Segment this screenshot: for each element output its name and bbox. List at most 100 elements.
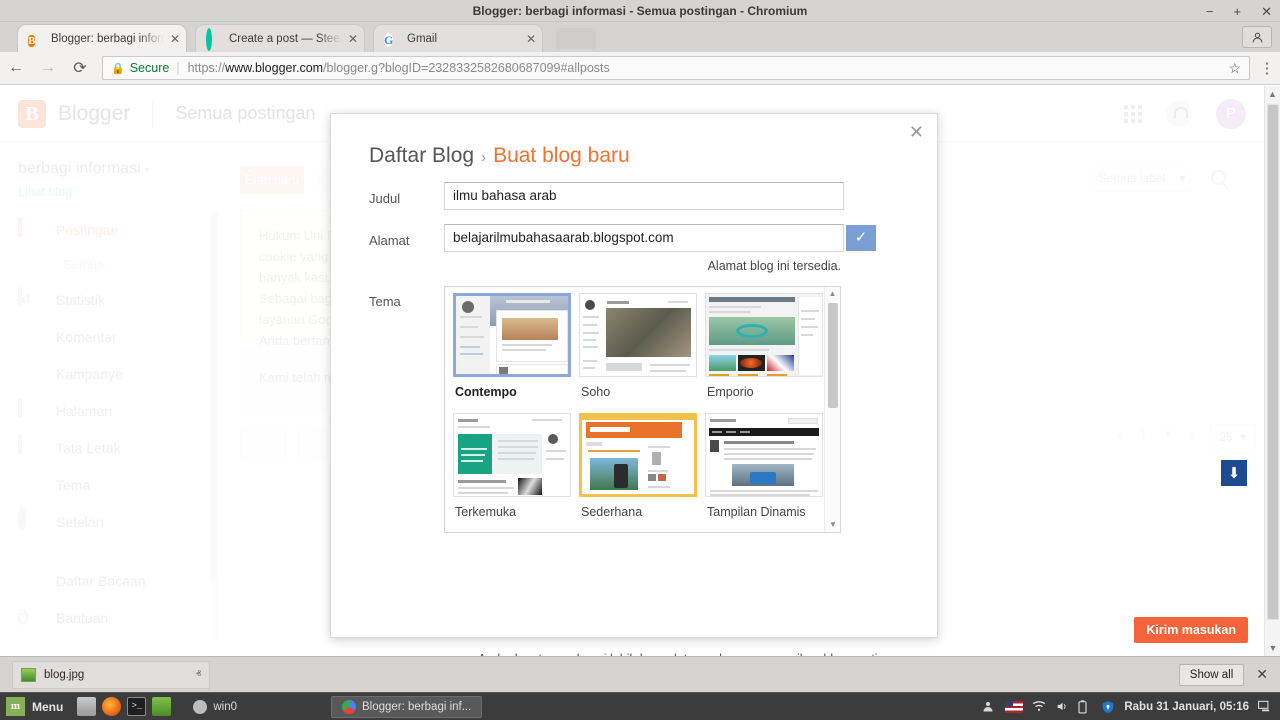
keyboard-flag-icon[interactable] (1005, 700, 1024, 713)
chevron-right-icon: › (481, 149, 487, 166)
bookmark-star-icon[interactable]: ☆ (1228, 60, 1241, 77)
wifi-icon[interactable] (1032, 700, 1046, 714)
theme-option-contempo[interactable]: Contempo (453, 293, 571, 413)
download-shelf: blog.jpg ⱏ Show all ✕ (0, 656, 1280, 692)
theme-name: Tampilan Dinamis (707, 505, 806, 519)
scroll-down-icon[interactable]: ▼ (1265, 640, 1280, 656)
scrollbar-thumb[interactable] (828, 303, 838, 408)
chrome-menu-icon[interactable]: ⋮ (1254, 59, 1280, 77)
terminal-icon[interactable]: >_ (127, 697, 147, 716)
steemit-icon (206, 27, 222, 51)
show-desktop-icon[interactable] (1258, 700, 1272, 714)
window-controls: − + ✕ (1206, 0, 1272, 22)
user-icon[interactable] (982, 700, 996, 714)
download-arrow-icon[interactable]: ⬇ (1221, 460, 1247, 486)
scroll-down-icon[interactable]: ▼ (825, 518, 840, 532)
theme-option-soho[interactable]: Soho (579, 293, 697, 413)
profile-avatar-button[interactable] (1242, 26, 1272, 48)
url-path: /blogger.g?blogID=2328332582680687099#al… (323, 61, 610, 75)
battery-icon[interactable] (1078, 699, 1092, 714)
url-host: www.blogger.com (225, 61, 324, 75)
firefox-icon[interactable] (102, 697, 122, 716)
theme-thumbnail (579, 413, 697, 497)
scroll-up-icon[interactable]: ▲ (1265, 86, 1280, 102)
page-scrollbar[interactable]: ▲ ▼ (1264, 86, 1280, 656)
image-file-icon (21, 667, 36, 682)
tab-strip: B Blogger: berbagi inform ✕ Create a pos… (0, 22, 1280, 52)
theme-option-terkemuka[interactable]: Terkemuka (453, 413, 571, 532)
files-icon[interactable] (77, 697, 97, 716)
theme-name: Sederhana (581, 505, 643, 519)
lock-icon: 🔒 (111, 62, 125, 75)
check-availability-button[interactable]: ✓ (846, 225, 876, 251)
theme-picker-scrollbar[interactable]: ▲ ▼ (824, 287, 840, 532)
mint-menu-icon[interactable]: m (6, 697, 25, 716)
quick-launch: >_ (77, 697, 172, 716)
url-scheme: https:// (187, 61, 226, 75)
theme-name: Emporio (707, 385, 754, 399)
scrollbar-thumb[interactable] (1267, 104, 1279, 620)
chromium-icon (342, 699, 356, 714)
folder-icon[interactable] (152, 697, 172, 716)
theme-name: Contempo (455, 385, 517, 399)
taskbar: m Menu >_ win0 Blogger: berbagi inf... R… (0, 692, 1280, 720)
volume-icon[interactable] (1055, 700, 1069, 714)
availability-message: Alamat blog ini tersedia. (707, 259, 841, 273)
address-field[interactable]: belajarilmubahasaarab.blogspot.com (444, 224, 844, 252)
show-all-downloads-button[interactable]: Show all (1178, 663, 1245, 686)
breadcrumb: Daftar Blog › Buat blog baru (369, 144, 630, 168)
address-bar[interactable]: 🔒 Secure | https://www.blogger.com/blogg… (102, 56, 1250, 80)
theme-option-tampilan-dinamis[interactable]: Tampilan Dinamis (705, 413, 823, 532)
theme-name: Terkemuka (455, 505, 517, 519)
window-titlebar: Blogger: berbagi informasi - Semua posti… (0, 0, 1280, 22)
tab-label: Gmail (407, 32, 438, 45)
menu-button[interactable]: Menu (32, 700, 63, 714)
browser-toolbar: ← → ⟳ 🔒 Secure | https://www.blogger.com… (0, 52, 1280, 85)
close-window-button[interactable]: ✕ (1261, 5, 1272, 18)
taskbar-window-label: win0 (213, 700, 237, 713)
theme-name: Soho (581, 385, 611, 399)
theme-label: Tema (369, 294, 401, 309)
forward-icon[interactable]: → (32, 59, 64, 77)
theme-option-emporio[interactable]: Emporio (705, 293, 823, 413)
shelf-actions: Show all ✕ (1178, 663, 1268, 686)
close-icon[interactable]: ✕ (170, 32, 180, 46)
address-label: Alamat (369, 233, 410, 248)
theme-thumbnail (705, 293, 823, 377)
tab-label: Blogger: berbagi inform (51, 32, 164, 45)
breadcrumb-root[interactable]: Daftar Blog (369, 144, 474, 167)
reload-icon[interactable]: ⟳ (64, 58, 96, 78)
secure-label: Secure (129, 61, 170, 75)
theme-thumbnail (453, 413, 571, 497)
clock[interactable]: Rabu 31 Januari, 05:16 (1124, 701, 1249, 713)
shield-icon[interactable] (1101, 700, 1115, 714)
close-icon[interactable]: ✕ (526, 32, 536, 46)
send-feedback-button[interactable]: Kirim masukan (1134, 617, 1248, 643)
maximize-button[interactable]: + (1234, 5, 1242, 18)
download-item[interactable]: blog.jpg ⱏ (12, 660, 210, 689)
window-title: Blogger: berbagi informasi - Semua posti… (472, 4, 808, 18)
minimize-button[interactable]: − (1206, 5, 1214, 18)
omnibox-separator: | (176, 61, 180, 75)
new-tab-button[interactable] (556, 28, 596, 49)
close-icon[interactable]: ✕ (348, 32, 358, 46)
theme-grid: Contempo Soho Emporio Terkemuka Sederhan… (445, 287, 825, 532)
title-field[interactable]: ilmu bahasa arab (444, 182, 844, 210)
browser-tab[interactable]: Create a post — Steem ✕ (196, 25, 364, 52)
browser-tab[interactable]: B Blogger: berbagi inform ✕ (18, 25, 186, 52)
system-tray: Rabu 31 Januari, 05:16 (982, 699, 1272, 714)
breadcrumb-current: Buat blog baru (493, 144, 630, 167)
theme-thumbnail (453, 293, 571, 377)
browser-tab[interactable]: G Gmail ✕ (374, 25, 542, 52)
chevron-up-icon[interactable]: ⱏ (196, 669, 201, 680)
download-file-name: blog.jpg (44, 668, 85, 681)
title-label: Judul (369, 191, 401, 206)
back-icon[interactable]: ← (0, 59, 32, 77)
close-icon[interactable]: ✕ (909, 123, 924, 141)
taskbar-window-blogger[interactable]: Blogger: berbagi inf... (331, 695, 483, 718)
close-icon[interactable]: ✕ (1256, 666, 1268, 683)
scroll-up-icon[interactable]: ▲ (825, 287, 840, 301)
theme-picker[interactable]: Contempo Soho Emporio Terkemuka Sederhan… (444, 286, 841, 533)
taskbar-window-win0[interactable]: win0 (183, 696, 247, 718)
theme-option-sederhana[interactable]: Sederhana (579, 413, 697, 532)
